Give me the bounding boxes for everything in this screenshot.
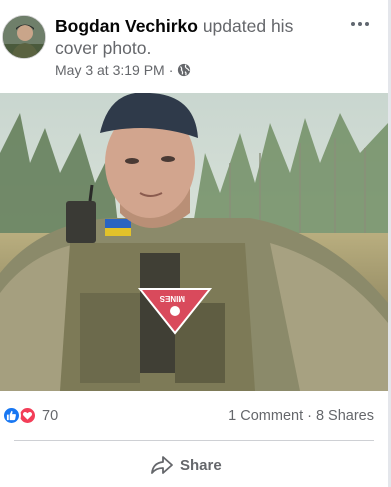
author-name[interactable]: Bogdan Vechirko: [55, 16, 198, 36]
reaction-count: 70: [42, 407, 59, 424]
comment-count-link[interactable]: 1 Comment: [228, 408, 303, 424]
engagement-counts: 1 Comment · 8 Shares: [228, 408, 374, 424]
post-headline: Bogdan Vechirko updated his cover photo.: [55, 15, 325, 59]
share-label: Share: [180, 456, 222, 474]
reactions-summary[interactable]: 70: [2, 406, 58, 425]
cover-photo-image: MINES: [0, 93, 388, 391]
meta-separator: ·: [168, 62, 174, 78]
mines-patch-text: MINES: [159, 294, 185, 303]
facebook-post: Bogdan Vechirko updated his cover photo.…: [0, 0, 388, 487]
share-count-link[interactable]: 8 Shares: [316, 408, 374, 424]
more-horizontal-icon: [358, 22, 362, 26]
author-avatar[interactable]: [2, 15, 46, 59]
post-timestamp[interactable]: May 3 at 3:19 PM: [55, 62, 165, 78]
more-horizontal-icon: [351, 22, 355, 26]
action-divider: [14, 440, 374, 441]
avatar-photo: [3, 16, 45, 58]
engagement-separator: ·: [307, 408, 312, 424]
more-horizontal-icon: [365, 22, 369, 26]
share-button[interactable]: Share: [150, 451, 222, 479]
share-arrow-icon: [151, 456, 173, 474]
globe-icon[interactable]: [177, 63, 191, 77]
post-meta: May 3 at 3:19 PM ·: [55, 62, 191, 78]
cover-photo[interactable]: MINES: [0, 93, 388, 391]
post-stats: 70 1 Comment · 8 Shares: [0, 402, 388, 430]
post-header: Bogdan Vechirko updated his cover photo.…: [0, 0, 388, 92]
like-icon: [2, 406, 21, 425]
more-options-button[interactable]: [348, 14, 372, 34]
